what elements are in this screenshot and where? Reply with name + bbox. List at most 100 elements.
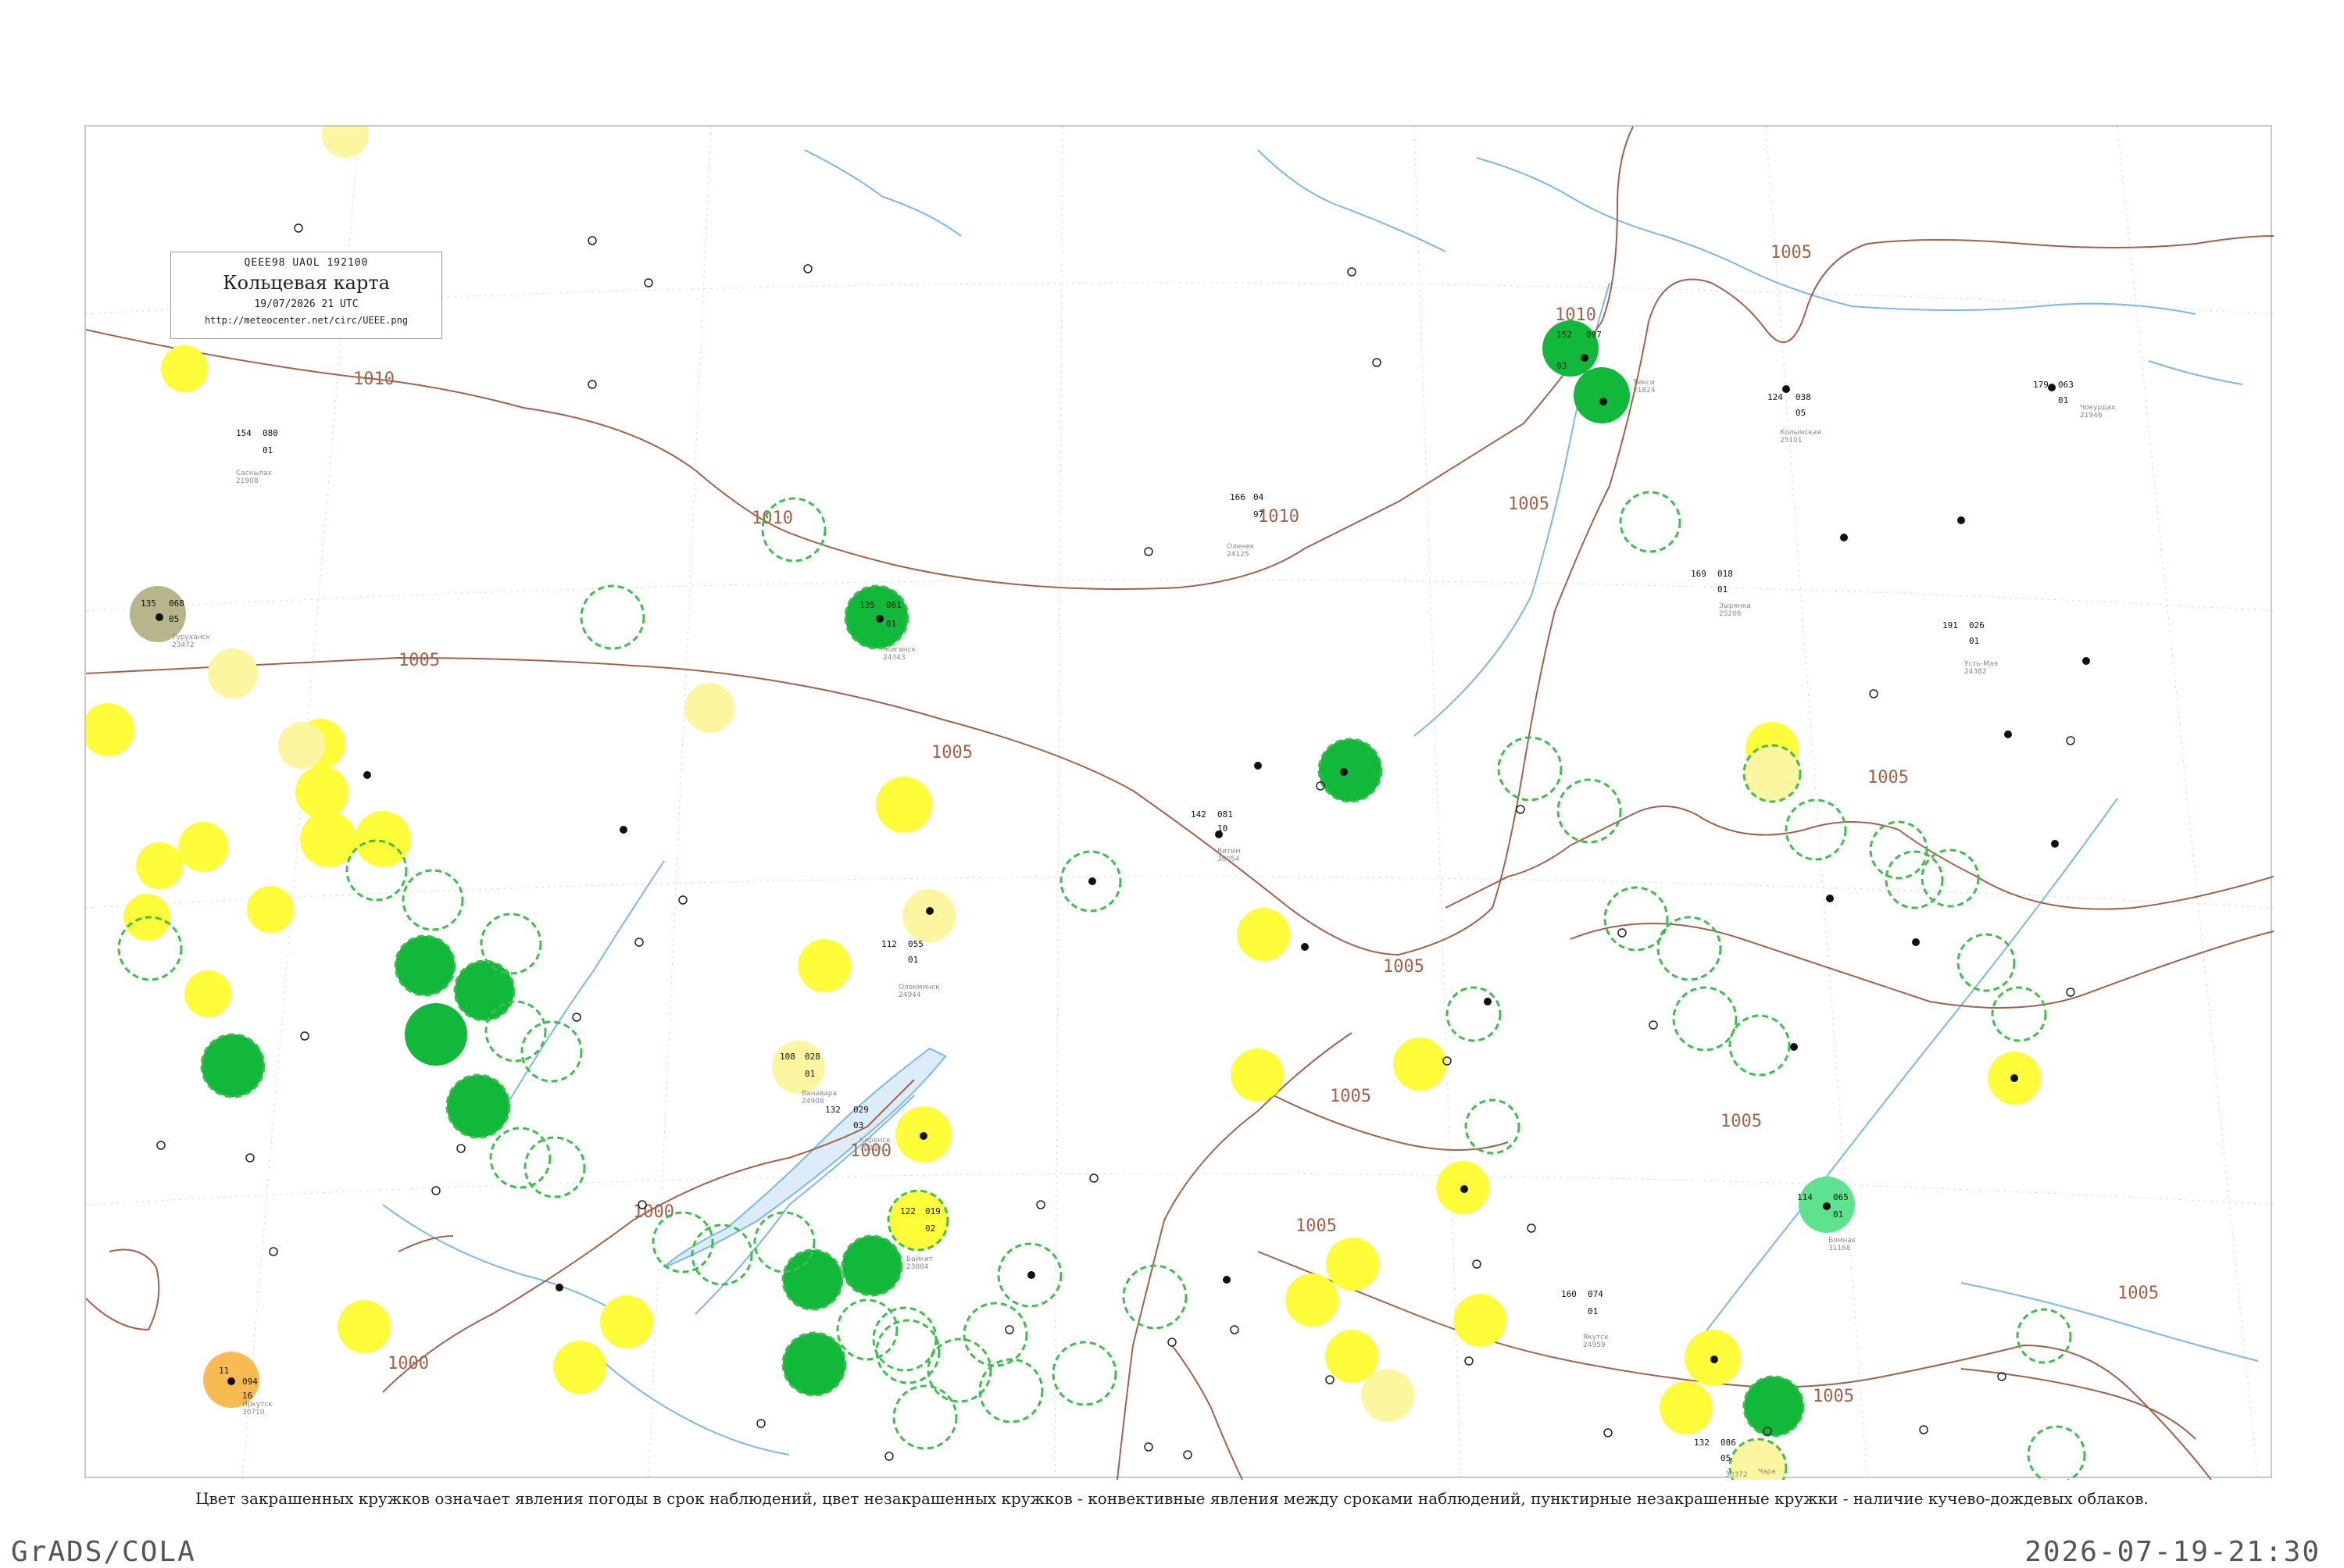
- station-id: 21824: [1633, 387, 1656, 395]
- isobar-label: 1010: [752, 509, 793, 528]
- station-temp: 132: [1694, 1438, 1710, 1448]
- isobar-label: 1005: [1383, 957, 1424, 977]
- station-name: Чара: [1758, 1468, 1776, 1476]
- isobar-label: 1005: [1720, 1112, 1762, 1131]
- station-dewpoint: 02: [925, 1223, 935, 1234]
- isobar-label: 1005: [1771, 243, 1812, 263]
- station-temp: 142: [1191, 809, 1206, 820]
- station-dewpoint: 97: [1253, 509, 1263, 520]
- station-temp: 169: [1691, 569, 1706, 579]
- station-name: Колымская: [1780, 429, 1821, 437]
- station-temp: 112: [881, 939, 897, 949]
- isobar-label: 1000: [388, 1354, 429, 1373]
- station-name: Витим: [1217, 848, 1241, 855]
- isobar-label: 1005: [931, 743, 973, 763]
- station-temp: 108: [780, 1052, 795, 1062]
- station-name: Бомнак: [1828, 1237, 1856, 1245]
- isobar-label: 1005: [1295, 1216, 1337, 1236]
- isobar-label: 1005: [1813, 1387, 1854, 1406]
- isobar-label: 1000: [633, 1202, 674, 1222]
- station-dewpoint: 01: [1833, 1209, 1843, 1220]
- station-id: 24343: [883, 654, 906, 662]
- station-pressure: 061: [886, 600, 902, 610]
- station-labels: 152 097 03 Тикси 21824 154 080 01 Саскыл…: [141, 330, 2116, 1479]
- station-id: 21946: [2080, 412, 2103, 420]
- station-name: Саскылах: [236, 470, 273, 477]
- station-temp: 114: [1797, 1192, 1813, 1202]
- station-temp: 154: [236, 428, 252, 438]
- map-source-url: http://meteocenter.net/circ/UEEE.png: [204, 315, 409, 326]
- station-id: 30230: [859, 1145, 882, 1152]
- station-name: Олекминск: [899, 984, 940, 991]
- station-id: 23884: [906, 1263, 929, 1271]
- station-name: Якутск: [1583, 1334, 1609, 1341]
- station-name: Байкит: [906, 1255, 933, 1263]
- station-name: Иркутск: [242, 1401, 273, 1409]
- station-name: Усть-Мая: [1964, 660, 1998, 668]
- station-pressure: 029: [853, 1105, 869, 1115]
- station-id: 31168: [1828, 1245, 1851, 1252]
- station-pressure: 04: [1253, 492, 1264, 502]
- station-name: Тикси: [1632, 379, 1655, 387]
- station-id: 24908: [802, 1098, 824, 1105]
- station-pressure: 026: [1969, 620, 1985, 630]
- map-title: Кольцевая карта: [223, 272, 390, 294]
- isobar-label: 1005: [1867, 768, 1909, 788]
- background-station-glyphs: [156, 223, 2075, 1461]
- station-dewpoint: 05: [1796, 408, 1806, 418]
- station-temp: 11: [219, 1366, 229, 1376]
- station-id: 24959: [1583, 1341, 1606, 1349]
- render-timestamp: 2026-07-19-21:30: [2024, 1536, 2321, 1568]
- station-name: Зырянка: [1719, 602, 1751, 610]
- station-temp: 135: [141, 598, 156, 609]
- station-dewpoint: 05: [1720, 1453, 1731, 1463]
- map-frame: 1010 1010 1010 1010 1005 1005 1005 1005 …: [84, 125, 2274, 1480]
- station-temp: 160: [1561, 1289, 1577, 1299]
- legend-caption: Цвет закрашенных кружков означает явлени…: [195, 1489, 2149, 1508]
- station-temp: 135: [859, 600, 875, 610]
- station-markers: [155, 354, 2090, 1385]
- station-name: Киренск: [859, 1137, 891, 1145]
- station-pressure: 028: [805, 1052, 820, 1062]
- isobar-labels: 1010 1010 1010 1010 1005 1005 1005 1005 …: [353, 243, 2159, 1406]
- station-pressure: 019: [925, 1206, 941, 1216]
- isobar-label: 1005: [2117, 1284, 2159, 1303]
- isobar-label: 1010: [353, 370, 395, 389]
- station-id: 23472: [172, 641, 195, 649]
- station-id: 24125: [1227, 551, 1249, 559]
- station-pressure: 055: [908, 939, 924, 949]
- station-pressure: 081: [1217, 809, 1233, 820]
- station-pressure: 068: [169, 598, 184, 609]
- station-dewpoint: 10: [1217, 823, 1227, 834]
- station-pressure: 094: [242, 1377, 258, 1387]
- map-datetime: 19/07/2026 21 UTC: [254, 298, 359, 310]
- station-pressure: 038: [1796, 392, 1811, 402]
- station-temp: 152: [1556, 330, 1572, 340]
- station-id: 30710: [242, 1409, 265, 1416]
- station-dewpoint: 01: [1588, 1306, 1598, 1316]
- station-dewpoint: 01: [263, 445, 273, 455]
- isobar-label: 1010: [1258, 507, 1299, 527]
- station-dewpoint: 16: [242, 1391, 252, 1401]
- station-id: 30054: [1217, 855, 1240, 863]
- software-credit: GrADS/COLA: [11, 1536, 196, 1568]
- station-id: 24944: [899, 991, 921, 999]
- station-dewpoint: 05: [169, 614, 179, 624]
- station-name: Чокурдах: [2080, 404, 2116, 412]
- station-id: 25206: [1719, 610, 1742, 618]
- rivers: [382, 149, 2259, 1455]
- station-dewpoint: 03: [1556, 361, 1567, 371]
- station-pressure: 097: [1586, 330, 1602, 340]
- station-temp: 179: [2033, 380, 2049, 390]
- station-id: 25101: [1780, 437, 1803, 445]
- station-pressure: 065: [1833, 1192, 1849, 1202]
- isobar-label: 1005: [398, 651, 440, 670]
- station-dewpoint: 01: [908, 955, 918, 965]
- station-name: Жиганск: [883, 646, 917, 654]
- station-dewpoint: 01: [2058, 395, 2068, 405]
- station-id: 30372: [1725, 1471, 1748, 1479]
- station-dewpoint: 01: [1717, 584, 1728, 595]
- station-temp: 166: [1230, 492, 1245, 502]
- station-id: 21908: [236, 477, 259, 485]
- station-pressure: 080: [263, 428, 278, 438]
